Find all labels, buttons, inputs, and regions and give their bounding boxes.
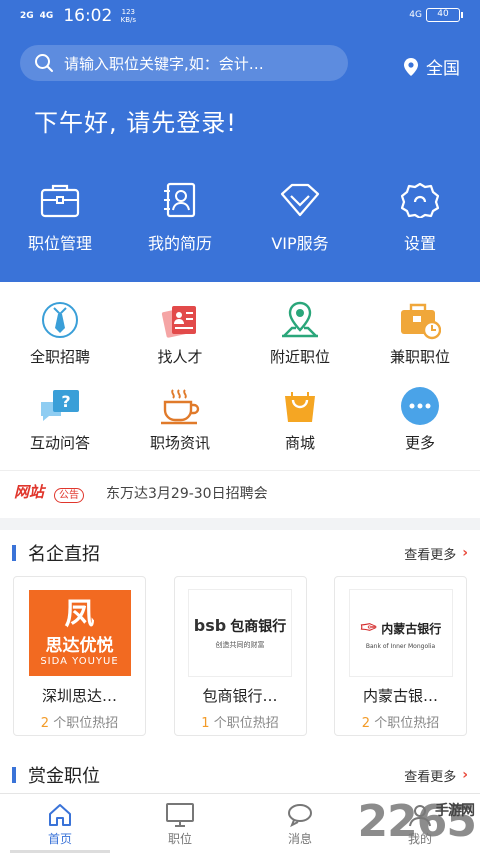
grid-nearby-jobs[interactable]: 附近职位	[240, 300, 360, 386]
talent-cards-icon	[161, 306, 196, 338]
status-bar: 2G 4G 16:02 123 KB/s 4G 40	[0, 0, 480, 32]
company-name: 内蒙古银…	[362, 687, 438, 705]
grid-parttime-jobs[interactable]: 兼职职位	[360, 300, 480, 386]
watermark-sub: 手游网	[435, 803, 475, 819]
signal-1: 2G	[20, 11, 34, 21]
search-input[interactable]: 请输入职位关键字,如：会计…	[20, 45, 348, 81]
grid-mall[interactable]: 商城	[240, 386, 360, 472]
company-logo: bsb 包商银行 创造共同的财富	[188, 589, 292, 677]
tie-icon	[42, 302, 78, 338]
tab-label: 消息	[287, 832, 312, 846]
map-pin-icon	[282, 301, 318, 338]
header: 2G 4G 16:02 123 KB/s 4G 40 请输入职位关键字,如：会计…	[0, 0, 480, 282]
grid-label: 全职招聘	[29, 348, 90, 366]
logo-text: 内蒙古银行	[381, 622, 442, 636]
grid-label: 互动问答	[29, 434, 90, 452]
logo-cn-text: 包商银行	[230, 619, 287, 635]
nav-label: 设置	[403, 234, 436, 253]
grid-label: 附近职位	[269, 348, 330, 366]
search-icon	[34, 53, 54, 73]
tab-home[interactable]: 首页	[0, 794, 120, 853]
greeting-login-prompt[interactable]: 下午好, 请先登录!	[34, 103, 237, 138]
section-title: 赏金职位	[12, 762, 100, 788]
hot-jobs-count: 2 个职位热招	[361, 716, 440, 731]
nav-my-resume[interactable]: 我的简历	[120, 182, 240, 254]
home-icon	[49, 804, 71, 826]
monitor-icon	[166, 803, 194, 827]
location-selector[interactable]: 全国	[404, 54, 460, 79]
tab-jobs[interactable]: 职位	[120, 794, 240, 853]
tab-messages[interactable]: 消息	[240, 794, 360, 853]
coffee-cup-icon	[161, 389, 200, 425]
site-notice-bar[interactable]: 网站 公告 东万达3月29-30日招聘会	[0, 470, 480, 514]
diamond-icon	[280, 183, 320, 217]
logo-text: bsb	[193, 616, 227, 635]
briefcase-icon	[40, 184, 80, 218]
company-card[interactable]: 凤 思达优悦 SIDA YOUYUE 深圳思达… 2 个职位热招	[13, 576, 146, 736]
svg-text:?: ?	[61, 392, 70, 411]
company-card[interactable]: ✑ 内蒙古银行 Bank of Inner Mongolia 内蒙古银… 2 个…	[334, 576, 467, 736]
logo-subtext: Bank of Inner Mongolia	[365, 643, 436, 650]
grid-career-news[interactable]: 职场资讯	[120, 386, 240, 472]
battery-icon: 40	[426, 8, 463, 22]
company-logo: 凤 思达优悦 SIDA YOUYUE	[28, 589, 132, 677]
feature-grid-card: 全职招聘 找人才 附近职位 兼职职位 ? 互动问答 职场资讯 商城 更多 网站 …	[0, 282, 480, 518]
nav-label: 我的简历	[147, 234, 212, 253]
chevron-right-icon: ›	[462, 767, 468, 783]
notice-badge-sub: 公告	[54, 487, 84, 503]
section-title: 名企直招	[12, 540, 100, 566]
watermark: 2265 手游网	[358, 796, 477, 847]
notice-badge: 网站 公告	[14, 482, 90, 504]
nav-label: VIP服务	[271, 234, 329, 253]
resume-icon	[164, 182, 196, 218]
grid-find-talent[interactable]: 找人才	[120, 300, 240, 386]
company-name: 包商银行…	[202, 687, 278, 705]
search-placeholder: 请输入职位关键字,如：会计…	[64, 54, 264, 73]
grid-qa[interactable]: ? 互动问答	[0, 386, 120, 472]
location-pin-icon	[404, 57, 418, 76]
chat-question-icon: ?	[41, 390, 79, 421]
view-more-button[interactable]: 查看更多 ›	[404, 766, 468, 785]
nav-settings[interactable]: 设置	[360, 182, 480, 254]
notice-badge-main: 网站	[14, 482, 45, 501]
feature-grid: 全职招聘 找人才 附近职位 兼职职位 ? 互动问答 职场资讯 商城 更多	[0, 300, 480, 472]
view-more-button[interactable]: 查看更多 ›	[404, 544, 468, 563]
signal-2: 4G	[39, 11, 54, 21]
grid-label: 更多	[404, 434, 435, 452]
network-speed: 123 KB/s	[120, 8, 137, 24]
chevron-right-icon: ›	[462, 545, 468, 561]
logo-text: 思达优悦	[45, 636, 114, 656]
network-type: 4G	[409, 10, 422, 20]
logo-subtext: 创造共同的财富	[215, 641, 265, 649]
hot-jobs-count: 1 个职位热招	[201, 716, 279, 731]
clock: 16:02	[63, 6, 113, 26]
grid-label: 职场资讯	[149, 434, 210, 452]
tab-label: 首页	[47, 832, 72, 846]
shopping-bag-icon	[285, 392, 315, 422]
location-label: 全国	[426, 59, 460, 79]
company-logo: ✑ 内蒙古银行 Bank of Inner Mongolia	[348, 589, 453, 677]
view-more-label: 查看更多	[404, 769, 457, 785]
grid-label: 兼职职位	[389, 348, 450, 366]
nav-job-management[interactable]: 职位管理	[0, 182, 120, 254]
grid-fulltime-jobs[interactable]: 全职招聘	[0, 300, 120, 386]
nav-label: 职位管理	[27, 234, 92, 253]
company-card[interactable]: bsb 包商银行 创造共同的财富 包商银行… 1 个职位热招	[173, 576, 307, 736]
famous-companies-section: 名企直招 查看更多 › 凤 思达优悦 SIDA YOUYUE 深圳思达… 2 个职…	[0, 530, 480, 752]
message-icon	[288, 804, 312, 828]
more-dots-icon	[401, 387, 439, 425]
view-more-label: 查看更多	[404, 547, 457, 563]
gear-icon	[401, 182, 439, 218]
nav-vip-service[interactable]: VIP服务	[240, 182, 360, 254]
briefcase-clock-icon	[401, 303, 441, 340]
grid-label: 找人才	[157, 348, 203, 366]
notice-text: 东万达3月29-30日招聘会	[106, 485, 268, 502]
grid-more[interactable]: 更多	[360, 386, 480, 472]
hot-jobs-count: 2 个职位热招	[40, 716, 119, 731]
company-name: 深圳思达…	[41, 687, 117, 705]
top-nav: 职位管理 我的简历 VIP服务 设置	[0, 182, 480, 254]
logo-subtext: SIDA YOUYUE	[40, 656, 119, 667]
grid-label: 商城	[284, 434, 315, 452]
tab-label: 职位	[167, 832, 192, 846]
